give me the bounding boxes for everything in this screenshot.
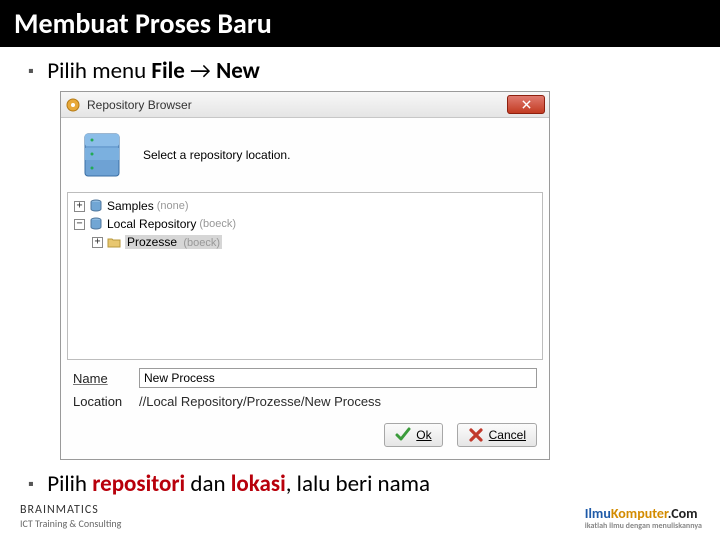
footer-brand: BRAINMATICS — [20, 503, 121, 517]
intro-text: Select a repository location. — [143, 148, 290, 162]
server-icon — [75, 128, 129, 182]
dialog-title: Repository Browser — [87, 98, 192, 112]
close-button[interactable] — [507, 95, 545, 114]
footer-site-part2: Komputer — [611, 505, 668, 522]
expand-icon[interactable]: + — [92, 237, 103, 248]
bullet1-arrow: → — [185, 57, 216, 85]
x-icon — [468, 427, 484, 443]
database-icon — [89, 217, 103, 231]
tree-row-samples[interactable]: + Samples (none) — [70, 197, 540, 215]
tree-suffix: (boeck) — [199, 218, 236, 230]
slide-title: Membuat Proses Baru — [0, 0, 720, 47]
tree-suffix: (boeck) — [183, 237, 220, 249]
bullet2-rest: , lalu beri nama — [286, 470, 430, 498]
location-value: //Local Repository/Prozesse/New Process — [139, 394, 381, 409]
tree-row-prozesse[interactable]: + Prozesse (boeck) — [70, 233, 540, 251]
check-icon — [395, 427, 411, 443]
footer-tagline: ICT Training & Consulting — [20, 517, 121, 530]
name-input[interactable] — [139, 368, 537, 388]
collapse-icon[interactable]: − — [74, 219, 85, 230]
gear-icon — [65, 97, 81, 113]
bullet-2: ▪ Pilih repositori dan lokasi, lalu beri… — [0, 460, 720, 504]
close-icon — [522, 100, 531, 109]
bullet-1: ▪ Pilih menu File → New — [0, 47, 720, 91]
bullet2-repo: repositori — [92, 470, 185, 498]
tree-label: Local Repository — [107, 217, 196, 231]
bullet-marker: ▪ — [28, 475, 42, 494]
expand-icon[interactable]: + — [74, 201, 85, 212]
footer-site-part3: .Com — [668, 505, 698, 522]
dialog-intro: Select a repository location. — [67, 124, 543, 192]
database-icon — [89, 199, 103, 213]
ok-label: Ok — [416, 428, 431, 442]
cancel-button[interactable]: Cancel — [457, 423, 537, 447]
footer-site-part1: Ilmu — [585, 505, 611, 522]
repository-browser-dialog: Repository Browser Select a reposi — [60, 91, 550, 460]
footer-right-logo: IlmuKomputer.Com ikatlah ilmu dengan men… — [585, 505, 702, 530]
bullet1-prefix: Pilih menu — [47, 57, 151, 85]
bullet1-new: New — [216, 57, 260, 85]
tree-label: Samples — [107, 199, 154, 213]
location-label: Location — [73, 394, 129, 409]
footer-left-logo: BRAINMATICS ICT Training & Consulting — [20, 503, 121, 530]
cancel-label: Cancel — [489, 428, 526, 442]
dialog-titlebar: Repository Browser — [61, 92, 549, 118]
ok-button[interactable]: Ok — [384, 423, 442, 447]
bullet-marker: ▪ — [28, 62, 42, 81]
name-label: Name — [73, 371, 129, 386]
bullet2-dan: dan — [185, 470, 231, 498]
footer-site-tagline: ikatlah ilmu dengan menuliskannya — [585, 522, 702, 530]
folder-icon — [107, 235, 121, 249]
tree-label: Prozesse — [127, 235, 177, 249]
tree-row-local-repository[interactable]: − Local Repository (boeck) — [70, 215, 540, 233]
bullet1-file: File — [151, 57, 184, 85]
bullet2-lokasi: lokasi — [231, 470, 286, 498]
repository-tree[interactable]: + Samples (none) − Local Repository (boe… — [67, 192, 543, 360]
bullet2-pilih: Pilih — [47, 470, 92, 498]
tree-suffix: (none) — [157, 200, 189, 212]
